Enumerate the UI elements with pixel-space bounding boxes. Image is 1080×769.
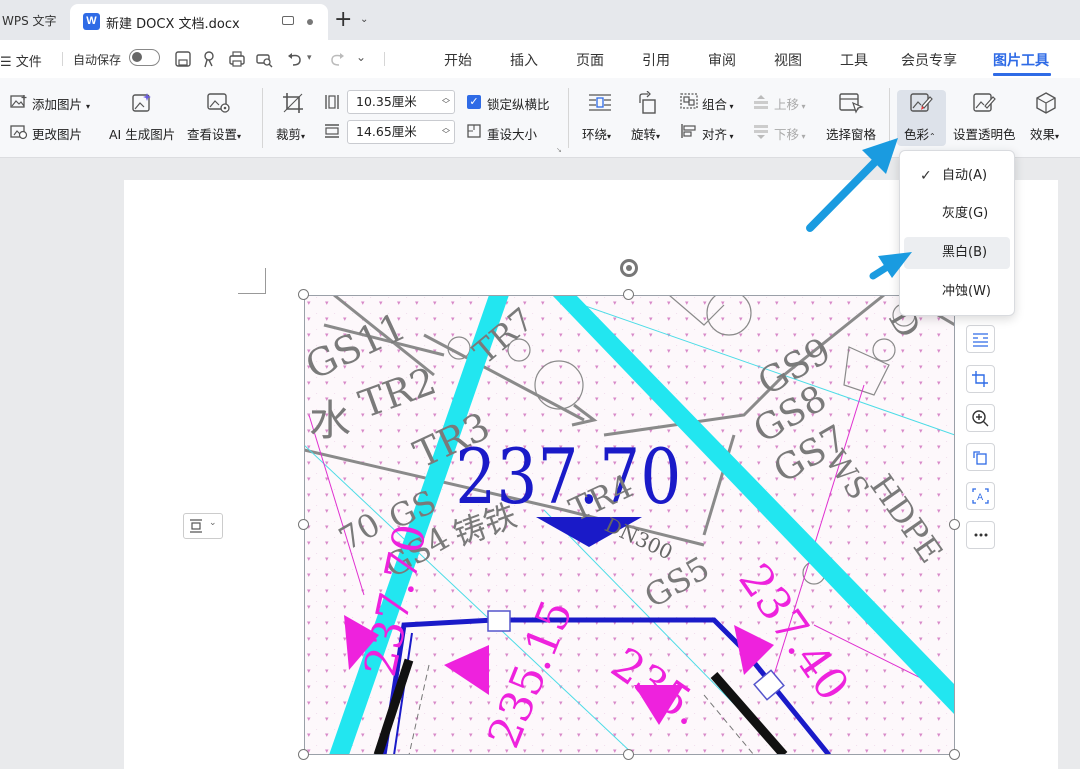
arrow-icon (806, 138, 898, 232)
annotation-arrows (806, 138, 912, 280)
arrow-icon (869, 252, 912, 280)
